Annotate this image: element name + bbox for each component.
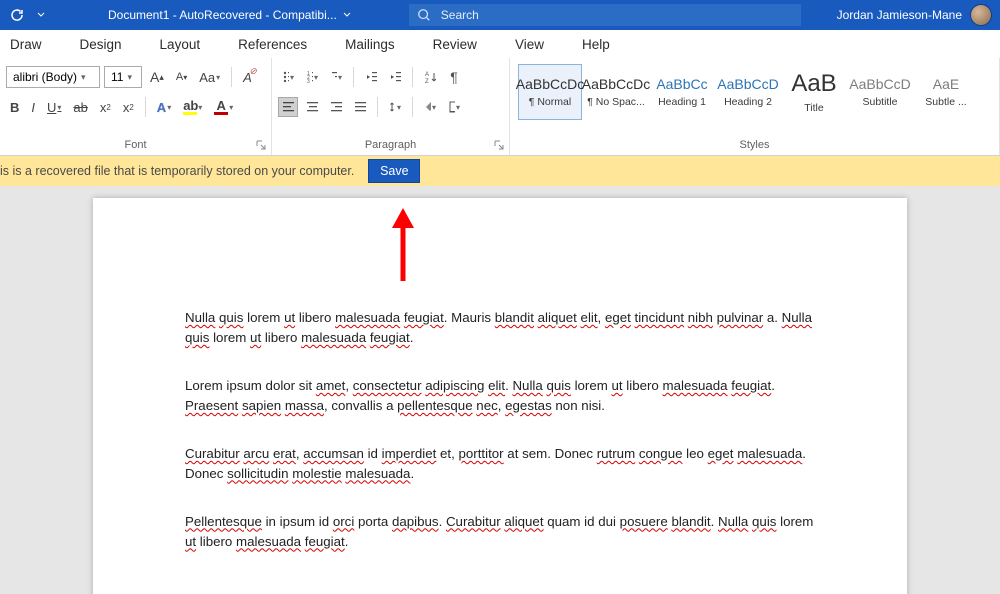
- decrease-indent-button[interactable]: [361, 67, 381, 87]
- tab-help[interactable]: Help: [582, 37, 610, 52]
- title-bar: Document1 - AutoRecovered - Compatibi...…: [0, 0, 1000, 30]
- tab-mailings[interactable]: Mailings: [345, 37, 395, 52]
- message-text: is is a recovered file that is temporari…: [0, 164, 354, 178]
- style--no-spac-[interactable]: AaBbCcDc¶ No Spac...: [584, 64, 648, 120]
- paragraph[interactable]: Pellentesque in ipsum id orci porta dapi…: [185, 512, 817, 552]
- text-effects-button[interactable]: A▾: [153, 96, 175, 118]
- tab-review[interactable]: Review: [433, 37, 477, 52]
- style-title[interactable]: AaBTitle: [782, 64, 846, 120]
- shrink-font-button[interactable]: A▾: [172, 66, 191, 88]
- tab-draw[interactable]: Draw: [10, 37, 42, 52]
- numbering-button[interactable]: 123▾: [302, 67, 322, 87]
- tab-references[interactable]: References: [238, 37, 307, 52]
- account-button[interactable]: Jordan Jamieson-Mane: [837, 4, 1000, 26]
- font-dialog-launcher[interactable]: [255, 139, 267, 151]
- tab-view[interactable]: View: [515, 37, 544, 52]
- font-size-select[interactable]: 11▾: [104, 66, 142, 88]
- sort-button[interactable]: AZ: [420, 67, 440, 87]
- styles-gallery[interactable]: AaBbCcDc¶ NormalAaBbCcDc¶ No Spac...AaBb…: [518, 64, 991, 120]
- style-heading-2[interactable]: AaBbCcDHeading 2: [716, 64, 780, 120]
- document-page[interactable]: Nulla quis lorem ut libero malesuada feu…: [93, 198, 907, 594]
- bold-button[interactable]: B: [6, 96, 23, 118]
- borders-button[interactable]: ▾: [444, 97, 464, 117]
- font-group: alibri (Body)▾ 11▾ A▴ A▾ Aa▾ A⊘ B I U▾ a…: [0, 58, 272, 155]
- italic-button[interactable]: I: [27, 96, 39, 118]
- clear-formatting-button[interactable]: A⊘: [239, 66, 256, 88]
- style-heading-1[interactable]: AaBbCcHeading 1: [650, 64, 714, 120]
- strikethrough-button[interactable]: ab: [69, 96, 91, 118]
- paragraph[interactable]: Nulla quis lorem ut libero malesuada feu…: [185, 308, 817, 348]
- recovered-file-message-bar: is is a recovered file that is temporari…: [0, 156, 1000, 186]
- user-name: Jordan Jamieson-Mane: [837, 8, 962, 22]
- style--normal[interactable]: AaBbCcDc¶ Normal: [518, 64, 582, 120]
- refresh-icon[interactable]: [0, 0, 34, 30]
- paragraph[interactable]: Lorem ipsum dolor sit amet, consectetur …: [185, 376, 817, 416]
- line-spacing-button[interactable]: ▾: [385, 97, 405, 117]
- save-button[interactable]: Save: [368, 159, 420, 183]
- svg-text:A: A: [425, 72, 429, 78]
- title-dropdown-icon[interactable]: [343, 8, 351, 22]
- bullets-button[interactable]: ▾: [278, 67, 298, 87]
- font-family-select[interactable]: alibri (Body)▾: [6, 66, 100, 88]
- quick-access-dropdown-icon[interactable]: [34, 11, 48, 19]
- font-group-label: Font: [0, 139, 271, 151]
- change-case-button[interactable]: Aa▾: [195, 66, 224, 88]
- paragraph[interactable]: Curabitur arcu erat, accumsan id imperdi…: [185, 444, 817, 484]
- subscript-button[interactable]: x2: [96, 96, 115, 118]
- superscript-button[interactable]: x2: [119, 96, 138, 118]
- shading-button[interactable]: ▾: [420, 97, 440, 117]
- style-subtitle[interactable]: AaBbCcDSubtitle: [848, 64, 912, 120]
- avatar: [970, 4, 992, 26]
- tab-layout[interactable]: Layout: [160, 37, 201, 52]
- paragraph-group: ▾ 123▾ ▾ AZ ¶ ▾ ▾ ▾ Paragraph: [272, 58, 510, 155]
- search-input[interactable]: Search: [409, 4, 801, 26]
- chevron-down-icon: ▾: [81, 72, 86, 83]
- styles-group-label: Styles: [510, 139, 999, 151]
- multilevel-list-button[interactable]: ▾: [326, 67, 346, 87]
- style-subtle-[interactable]: AaESubtle ...: [914, 64, 978, 120]
- font-color-button[interactable]: A▾: [210, 96, 237, 118]
- grow-font-button[interactable]: A▴: [146, 66, 168, 88]
- increase-indent-button[interactable]: [385, 67, 405, 87]
- tab-design[interactable]: Design: [80, 37, 122, 52]
- search-placeholder: Search: [441, 8, 479, 22]
- align-right-button[interactable]: [326, 97, 346, 117]
- paragraph-dialog-launcher[interactable]: [493, 139, 505, 151]
- svg-text:Z: Z: [425, 79, 429, 84]
- svg-text:3: 3: [307, 79, 310, 84]
- show-hide-button[interactable]: ¶: [444, 67, 464, 87]
- underline-button[interactable]: U▾: [43, 96, 65, 118]
- paragraph-group-label: Paragraph: [272, 139, 509, 151]
- ribbon: alibri (Body)▾ 11▾ A▴ A▾ Aa▾ A⊘ B I U▾ a…: [0, 58, 1000, 156]
- document-title: Document1 - AutoRecovered - Compatibi...: [108, 8, 337, 22]
- justify-button[interactable]: [350, 97, 370, 117]
- document-canvas: Nulla quis lorem ut libero malesuada feu…: [0, 186, 1000, 594]
- chevron-down-icon: ▾: [127, 72, 132, 83]
- highlight-button[interactable]: ab▾: [179, 96, 206, 118]
- ribbon-tabs: Draw Design Layout References Mailings Review…: [0, 30, 1000, 58]
- styles-group: AaBbCcDc¶ NormalAaBbCcDc¶ No Spac...AaBb…: [510, 58, 1000, 155]
- align-left-button[interactable]: [278, 97, 298, 117]
- search-icon: [417, 8, 431, 22]
- align-center-button[interactable]: [302, 97, 322, 117]
